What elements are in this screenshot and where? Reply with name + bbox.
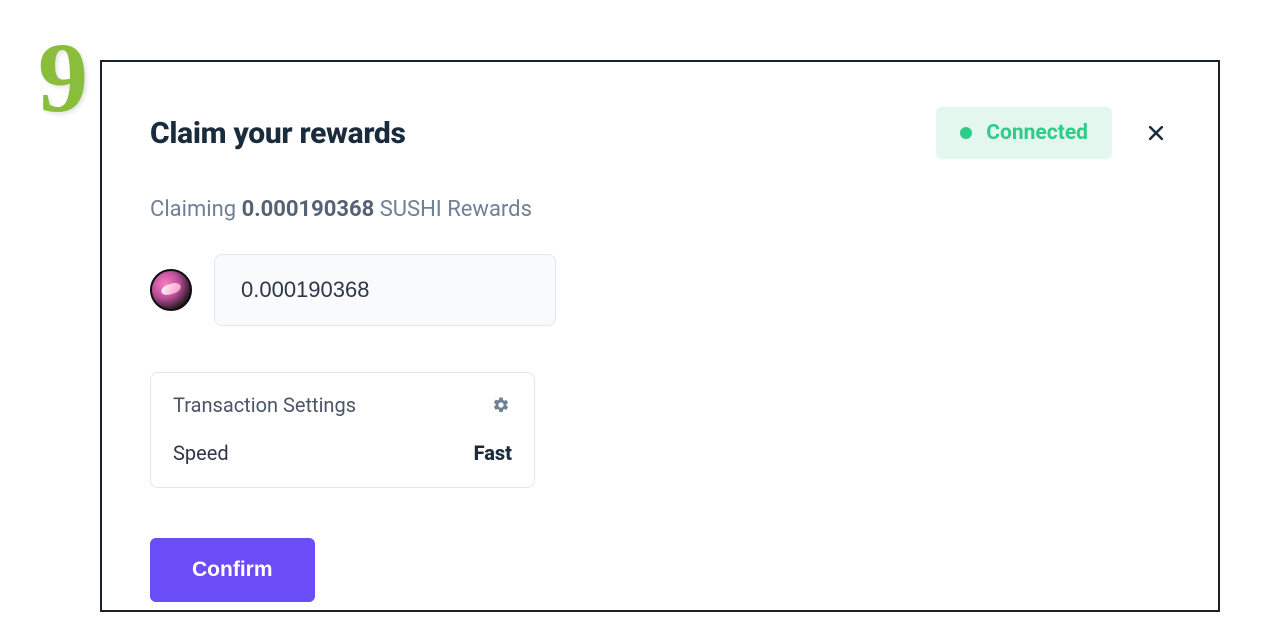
tx-settings-header: Transaction Settings bbox=[173, 393, 512, 417]
tx-speed-row: Speed Fast bbox=[173, 441, 512, 465]
tx-settings-title: Transaction Settings bbox=[173, 393, 356, 417]
confirm-button[interactable]: Confirm bbox=[150, 538, 315, 602]
sushi-token-icon bbox=[150, 269, 192, 311]
status-dot-icon bbox=[960, 127, 972, 139]
step-number-badge: 9 bbox=[38, 28, 88, 128]
close-icon bbox=[1146, 123, 1166, 143]
claiming-summary: Claiming 0.000190368 SUSHI Rewards bbox=[150, 197, 1170, 222]
header-right: Connected bbox=[936, 107, 1170, 159]
amount-row bbox=[150, 254, 1170, 326]
tx-speed-label: Speed bbox=[173, 441, 229, 465]
gear-icon bbox=[492, 396, 510, 414]
connection-status-badge: Connected bbox=[936, 107, 1112, 159]
dialog-header: Claim your rewards Connected bbox=[150, 107, 1170, 159]
claiming-suffix: SUSHI Rewards bbox=[380, 197, 532, 222]
connection-status-text: Connected bbox=[986, 121, 1088, 145]
amount-input-container bbox=[214, 254, 556, 326]
tx-settings-button[interactable] bbox=[490, 394, 512, 416]
claiming-prefix: Claiming bbox=[150, 197, 236, 222]
amount-input[interactable] bbox=[241, 277, 529, 303]
claim-rewards-dialog: Claim your rewards Connected Claiming 0.… bbox=[100, 60, 1220, 612]
close-button[interactable] bbox=[1142, 119, 1170, 147]
claiming-amount: 0.000190368 bbox=[242, 197, 375, 222]
dialog-title: Claim your rewards bbox=[150, 116, 406, 151]
tx-speed-value: Fast bbox=[474, 441, 512, 465]
transaction-settings-card: Transaction Settings Speed Fast bbox=[150, 372, 535, 488]
